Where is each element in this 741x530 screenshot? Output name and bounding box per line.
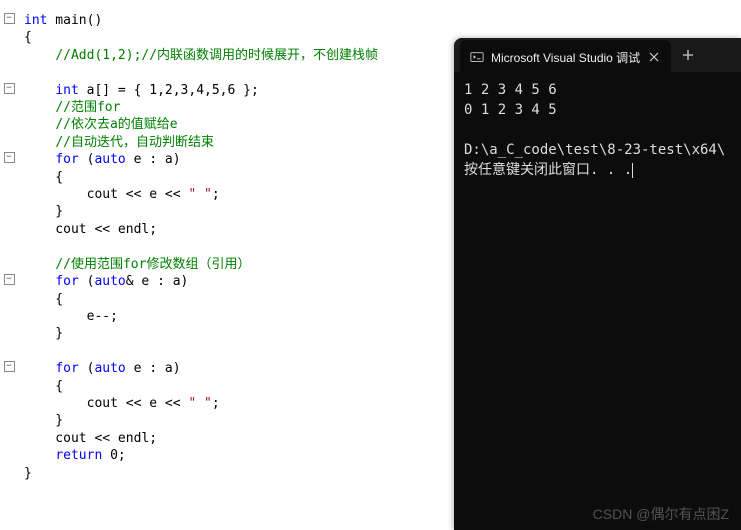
fold-toggle[interactable]: − [4,13,15,24]
code-line[interactable]: for (auto e : a) [24,151,378,168]
code-line[interactable]: { [24,291,378,308]
fold-gutter: − − − − − [0,0,18,530]
terminal-line [464,120,731,140]
watermark-text: CSDN @偶尔有点困Z [593,504,729,524]
fold-toggle[interactable]: − [4,274,15,285]
code-line[interactable]: //范围for [24,99,378,116]
code-area[interactable]: int main(){ //Add(1,2);//内联函数调用的时候展开，不创建… [18,0,378,530]
terminal-line: 0 1 2 3 4 5 [464,100,731,120]
code-line[interactable]: } [24,412,378,429]
code-line[interactable]: for (auto& e : a) [24,273,378,290]
terminal-window: Microsoft Visual Studio 调试 1 2 3 4 5 60 … [454,38,741,530]
code-line[interactable]: //自动迭代，自动判断结束 [24,134,378,151]
close-icon[interactable] [647,50,661,64]
terminal-output[interactable]: 1 2 3 4 5 60 1 2 3 4 5 D:\a_C_code\test\… [454,72,741,188]
code-line[interactable]: //Add(1,2);//内联函数调用的时候展开，不创建栈帧 [24,47,378,64]
code-line[interactable]: } [24,203,378,220]
code-line[interactable]: } [24,465,378,482]
terminal-line: 1 2 3 4 5 6 [464,80,731,100]
code-line[interactable] [24,238,378,255]
code-line[interactable]: for (auto e : a) [24,360,378,377]
code-line[interactable] [24,343,378,360]
terminal-line: D:\a_C_code\test\8-23-test\x64\ [464,140,731,160]
code-line[interactable]: int a[] = { 1,2,3,4,5,6 }; [24,82,378,99]
code-line[interactable]: cout << endl; [24,221,378,238]
fold-toggle[interactable]: − [4,152,15,163]
terminal-tab[interactable]: Microsoft Visual Studio 调试 [460,40,671,74]
code-line[interactable] [24,64,378,81]
terminal-line: 按任意键关闭此窗口. . . [464,160,731,180]
code-line[interactable]: e--; [24,308,378,325]
code-line[interactable]: { [24,169,378,186]
code-line[interactable]: { [24,378,378,395]
code-line[interactable]: cout << endl; [24,430,378,447]
code-line[interactable]: return 0; [24,447,378,464]
code-line[interactable]: //使用范围for修改数组（引用） [24,256,378,273]
fold-toggle[interactable]: − [4,83,15,94]
vs-debug-icon [470,50,484,64]
code-line[interactable]: cout << e << " "; [24,186,378,203]
terminal-cursor [632,163,633,178]
code-line[interactable]: cout << e << " "; [24,395,378,412]
code-line[interactable]: int main() [24,12,378,29]
code-line[interactable]: } [24,325,378,342]
fold-toggle[interactable]: − [4,361,15,372]
new-tab-button[interactable] [673,40,703,70]
terminal-titlebar: Microsoft Visual Studio 调试 [454,38,741,72]
code-line[interactable]: //依次去a的值赋给e [24,116,378,133]
code-line[interactable]: { [24,29,378,46]
terminal-tab-title: Microsoft Visual Studio 调试 [491,49,640,66]
